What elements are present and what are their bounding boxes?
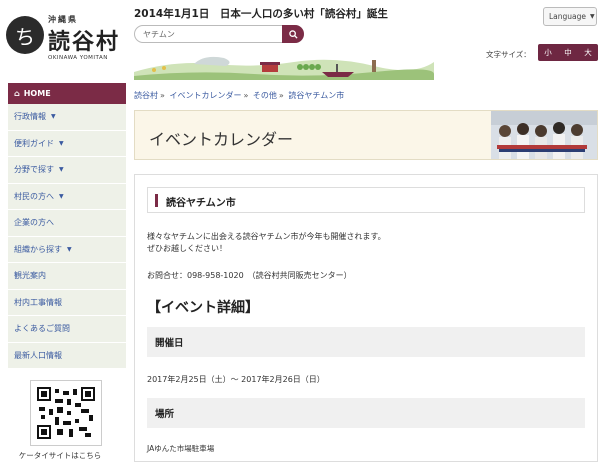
language-select[interactable]: Language ▼ <box>543 7 597 26</box>
event-place: JAゆんた市場駐車場 <box>147 444 215 453</box>
breadcrumb-link-calendar[interactable]: イベントカレンダー <box>169 91 241 100</box>
event-description-line: ぜひお越しください！ <box>147 244 227 253</box>
event-date: 2017年2月25日（土）～ 2017年2月26日（日） <box>147 375 325 384</box>
caret-down-icon: ▼ <box>67 245 72 253</box>
sidebar-item-kigyo[interactable]: 企業の方へ <box>8 210 126 237</box>
breadcrumb-link-other[interactable]: その他 <box>253 91 277 100</box>
fontsize-medium-button[interactable]: 中 <box>558 44 578 61</box>
qr-code-icon <box>37 387 95 439</box>
breadcrumb-current[interactable]: 読谷ヤチムン市 <box>288 91 344 100</box>
event-description: 様々なヤチムンに出会える読谷ヤチムン市が今年も開催されます。 ぜひお越しください… <box>147 231 386 255</box>
breadcrumb: 読谷村» イベントカレンダー» その他» 読谷ヤチムン市 <box>134 91 345 100</box>
fontsize-small-button[interactable]: 小 <box>538 44 558 61</box>
festival-photo <box>491 111 597 159</box>
event-detail-panel: 読谷ヤチムン市 様々なヤチムンに出会える読谷ヤチムン市が今年も開催されます。 ぜ… <box>134 174 598 462</box>
sidebar-item-label: 便利ガイド <box>14 138 54 148</box>
event-description-line: 様々なヤチムンに出会える読谷ヤチムン市が今年も開催されます。 <box>147 232 386 241</box>
sidebar-item-label: 村内工事情報 <box>14 297 62 307</box>
site-logo[interactable]: ち 沖縄県 読谷村 OKINAWA YOMITAN <box>6 14 122 66</box>
search-input[interactable] <box>143 28 281 41</box>
page-title-banner: イベントカレンダー <box>134 110 598 160</box>
sidebar-item-label: 観光案内 <box>14 271 46 281</box>
mobile-qr-code[interactable] <box>30 380 102 446</box>
caret-down-icon: ▼ <box>59 166 64 174</box>
search-button[interactable] <box>282 25 304 43</box>
sidebar-home-button[interactable]: ⌂ HOME <box>8 83 126 104</box>
search-icon <box>288 29 298 39</box>
qr-caption: ケータイサイトはこちら <box>18 451 102 460</box>
sidebar-item-sonmin[interactable]: 村民の方へ ▼ <box>8 183 126 210</box>
sidebar-item-label: 組織から探す <box>14 244 62 254</box>
sidebar-item-kanko[interactable]: 観光案内 <box>8 263 126 290</box>
date-subheading: 開催日 <box>147 327 585 357</box>
sidebar-item-faq[interactable]: よくあるご質問 <box>8 316 126 343</box>
event-title: 読谷ヤチムン市 <box>166 198 236 209</box>
event-title-accent <box>155 194 158 207</box>
sidebar-item-label: 行政情報 <box>14 112 46 122</box>
sidebar-nav: ⌂ HOME 行政情報 ▼ 便利ガイド ▼ 分野で探す ▼ 村民の方へ ▼ 企業の方へ … <box>8 83 126 369</box>
sidebar-item-label: 村民の方へ <box>14 191 54 201</box>
logo-village-name: 読谷村 <box>48 29 121 55</box>
language-label: Language <box>549 12 587 21</box>
header-headline: 2014年1月1日 日本一人口の多い村「読谷村」誕生 <box>134 8 388 20</box>
sidebar-item-label: 企業の方へ <box>14 218 54 228</box>
event-title-box: 読谷ヤチムン市 <box>147 187 585 213</box>
header-scenery-illustration <box>134 56 434 80</box>
caret-down-icon: ▼ <box>59 139 64 147</box>
sidebar-item-label: 分野で探す <box>14 165 54 175</box>
place-subheading: 場所 <box>147 398 585 428</box>
caret-down-icon: ▼ <box>59 192 64 200</box>
village-emblem-icon: ち <box>6 16 44 54</box>
home-icon: ⌂ <box>14 89 20 98</box>
fontsize-label: 文字サイズ： <box>486 50 531 59</box>
sidebar-item-gyosei[interactable]: 行政情報 ▼ <box>8 104 126 131</box>
sidebar-item-soshiki[interactable]: 組織から探す ▼ <box>8 236 126 263</box>
sidebar-home-label: HOME <box>23 89 51 98</box>
caret-down-icon: ▼ <box>51 113 56 121</box>
logo-english-name: OKINAWA YOMITAN <box>48 55 108 61</box>
chevron-down-icon: ▼ <box>590 13 595 20</box>
breadcrumb-link-home[interactable]: 読谷村 <box>134 91 158 100</box>
event-contact: お問合せ：098-958-1020 （読谷村共同販売センター） <box>147 271 352 280</box>
fontsize-buttons: 小 中 大 <box>538 44 598 61</box>
sidebar-item-koji[interactable]: 村内工事情報 <box>8 289 126 316</box>
fontsize-large-button[interactable]: 大 <box>578 44 598 61</box>
sidebar-item-label: 最新人口情報 <box>14 350 62 360</box>
sidebar-item-bunya[interactable]: 分野で探す ▼ <box>8 157 126 184</box>
sidebar-item-label: よくあるご質問 <box>14 324 70 334</box>
sidebar-item-benri-guide[interactable]: 便利ガイド ▼ <box>8 130 126 157</box>
page-title: イベントカレンダー <box>149 130 294 149</box>
sidebar-item-jinko[interactable]: 最新人口情報 <box>8 342 126 369</box>
event-details-heading: 【イベント詳細】 <box>147 300 259 316</box>
search-box <box>134 25 304 43</box>
